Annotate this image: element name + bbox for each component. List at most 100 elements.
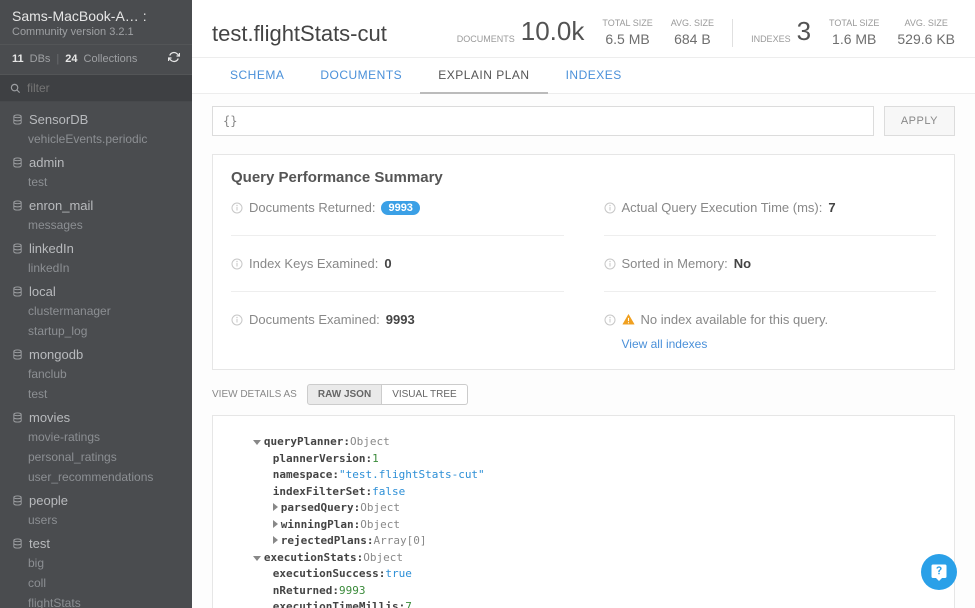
tab-explain-plan[interactable]: EXPLAIN PLAN: [420, 58, 547, 94]
avg-size: 684 B: [674, 31, 711, 47]
database-icon: [12, 495, 23, 506]
query-input[interactable]: {}: [212, 106, 874, 136]
docs-returned-badge: 9993: [381, 201, 419, 215]
info-icon: [231, 202, 243, 214]
tab-indexes[interactable]: INDEXES: [548, 58, 640, 93]
collection-row[interactable]: movie-ratings: [0, 427, 192, 447]
collection-row[interactable]: test: [0, 384, 192, 404]
json-line[interactable]: winningPlan:Object: [233, 517, 934, 534]
docs-label: DOCUMENTS: [457, 35, 515, 45]
collection-row[interactable]: big: [0, 553, 192, 573]
visual-tree-toggle[interactable]: VISUAL TREE: [382, 384, 467, 405]
sorted-label: Sorted in Memory:: [622, 256, 728, 271]
database-row[interactable]: enron_mail: [0, 192, 192, 215]
database-icon: [12, 200, 23, 211]
docs-returned-label: Documents Returned:: [249, 200, 375, 215]
collection-row[interactable]: messages: [0, 215, 192, 235]
content: {} APPLY Query Performance Summary Docum…: [192, 94, 975, 608]
collection-row[interactable]: user_recommendations: [0, 467, 192, 487]
database-row[interactable]: mongodb: [0, 341, 192, 364]
help-icon: [930, 563, 948, 581]
view-all-indexes-link[interactable]: View all indexes: [622, 337, 937, 351]
collection-row[interactable]: users: [0, 510, 192, 530]
avg-size-label: avg. size: [671, 19, 714, 29]
database-row[interactable]: local: [0, 278, 192, 301]
json-line[interactable]: executionTimeMillis:7: [233, 599, 934, 608]
coll-count-label: Collections: [84, 53, 138, 65]
database-row[interactable]: test: [0, 530, 192, 553]
keys-examined: 0: [384, 256, 391, 271]
database-row[interactable]: people: [0, 487, 192, 510]
filter-input[interactable]: [27, 81, 182, 95]
filter-row: [0, 75, 192, 102]
raw-json-toggle[interactable]: RAW JSON: [307, 384, 382, 405]
host-title: Sams-MacBook-A… :: [12, 8, 180, 24]
db-count: 11: [12, 53, 24, 65]
topbar: test.flightStats-cut DOCUMENTS 10.0k tot…: [192, 0, 975, 58]
database-icon: [12, 114, 23, 125]
json-line[interactable]: nReturned:9993: [233, 583, 934, 600]
json-line[interactable]: plannerVersion:1: [233, 451, 934, 468]
indexes-count: 3: [797, 16, 811, 47]
keys-examined-label: Index Keys Examined:: [249, 256, 378, 271]
json-line[interactable]: namespace:"test.flightStats-cut": [233, 467, 934, 484]
tab-documents[interactable]: DOCUMENTS: [302, 58, 420, 93]
collection-row[interactable]: coll: [0, 573, 192, 593]
refresh-icon[interactable]: [168, 51, 180, 66]
collection-row[interactable]: fanclub: [0, 364, 192, 384]
collection-row[interactable]: startup_log: [0, 321, 192, 341]
coll-count: 24: [65, 53, 77, 65]
main: test.flightStats-cut DOCUMENTS 10.0k tot…: [192, 0, 975, 608]
info-icon: [604, 314, 616, 326]
database-icon: [12, 286, 23, 297]
collection-row[interactable]: vehicleEvents.periodic: [0, 129, 192, 149]
database-row[interactable]: movies: [0, 404, 192, 427]
sorted-value: No: [734, 256, 751, 271]
idx-total-size-label: total size: [829, 19, 879, 29]
json-line[interactable]: parsedQuery:Object: [233, 500, 934, 517]
indexes-label: INDEXES: [751, 35, 791, 45]
database-icon: [12, 157, 23, 168]
tab-schema[interactable]: SCHEMA: [212, 58, 302, 93]
info-icon: [604, 202, 616, 214]
version-label: Community version 3.2.1: [12, 26, 180, 38]
docs-count: 10.0k: [521, 16, 585, 47]
sidebar-header: Sams-MacBook-A… : Community version 3.2.…: [0, 0, 192, 45]
help-button[interactable]: [921, 554, 957, 590]
json-line[interactable]: indexFilterSet:false: [233, 484, 934, 501]
namespace-title: test.flightStats-cut: [212, 21, 387, 47]
json-line[interactable]: rejectedPlans:Array[0]: [233, 533, 934, 550]
view-details-as: VIEW DETAILS AS RAW JSON VISUAL TREE: [212, 384, 955, 405]
db-count-label: DBs: [30, 53, 51, 65]
database-row[interactable]: SensorDB: [0, 106, 192, 129]
json-line[interactable]: executionStats:Object: [233, 550, 934, 567]
collection-row[interactable]: clustermanager: [0, 301, 192, 321]
view-as-label: VIEW DETAILS AS: [212, 389, 297, 400]
database-list: SensorDBvehicleEvents.periodicadminteste…: [0, 102, 192, 608]
idx-avg-size: 529.6 KB: [897, 31, 955, 47]
collection-row[interactable]: personal_ratings: [0, 447, 192, 467]
database-icon: [12, 412, 23, 423]
database-row[interactable]: admin: [0, 149, 192, 172]
apply-button[interactable]: APPLY: [884, 106, 955, 136]
info-icon: [604, 258, 616, 270]
exec-time: 7: [828, 200, 835, 215]
docs-examined-label: Documents Examined:: [249, 312, 380, 327]
exec-time-label: Actual Query Execution Time (ms):: [622, 200, 823, 215]
database-icon: [12, 538, 23, 549]
json-line[interactable]: executionSuccess:true: [233, 566, 934, 583]
collection-row[interactable]: flightStats: [0, 593, 192, 608]
total-size: 6.5 MB: [605, 31, 649, 47]
json-output: queryPlanner:Object plannerVersion:1 nam…: [212, 415, 955, 608]
stats-group: DOCUMENTS 10.0k total size 6.5 MB avg. s…: [457, 16, 955, 47]
warning-icon: [622, 313, 635, 326]
json-line[interactable]: queryPlanner:Object: [233, 434, 934, 451]
tabs: SCHEMADOCUMENTSEXPLAIN PLANINDEXES: [192, 58, 975, 94]
database-row[interactable]: linkedIn: [0, 235, 192, 258]
collection-row[interactable]: linkedIn: [0, 258, 192, 278]
collection-row[interactable]: test: [0, 172, 192, 192]
database-icon: [12, 349, 23, 360]
idx-total-size: 1.6 MB: [832, 31, 876, 47]
info-icon: [231, 258, 243, 270]
idx-avg-size-label: avg. size: [905, 19, 948, 29]
